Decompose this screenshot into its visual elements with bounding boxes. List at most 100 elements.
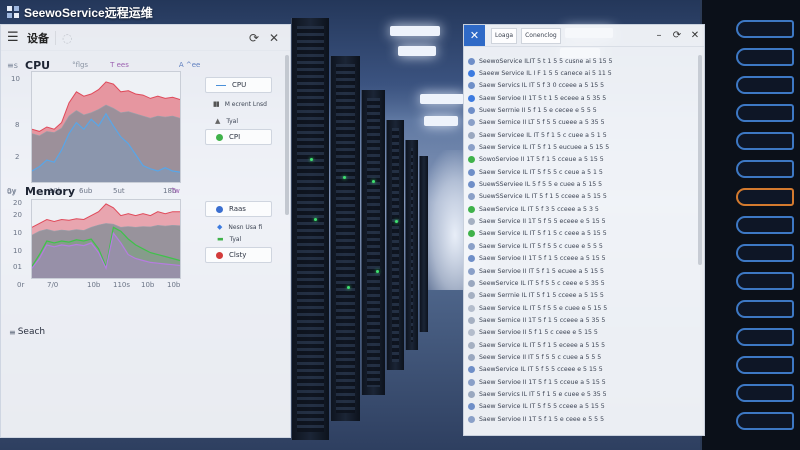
- cpu-y-tick: 2: [15, 153, 20, 161]
- log-text: Saew Service IL IT 5 f 5 5 c ceue a 5 1 …: [479, 168, 603, 176]
- status-dot-icon: [468, 230, 475, 238]
- server-rack: [405, 140, 418, 350]
- log-text: SowoServioe II 1T 5 f 1 5 cceue a 5 15 5: [479, 156, 604, 164]
- log-item[interactable]: SeewoService ILIT 5 t 1 5 5 cusne ai 5 1…: [468, 55, 696, 67]
- tab-connection-log[interactable]: Conenclog: [521, 27, 561, 44]
- log-item[interactable]: Saew Servioe II IT 5 f 1 5 ecuee a 5 15 …: [468, 265, 696, 277]
- status-dot-icon: [468, 205, 475, 213]
- log-item[interactable]: SuewSService IL IT 5 f 1 5 cceee a 5 15 …: [468, 191, 696, 203]
- log-item[interactable]: Saew Servioe II 1T 5 f 1 5 cceee a 5 15 …: [468, 253, 696, 265]
- log-item[interactable]: Saew Sernice II 1T 5 f 1 5 cceee a 5 35 …: [468, 314, 696, 326]
- log-item[interactable]: Saew Service IL IT 5 f 1 5 eceee a 5 15 …: [468, 339, 696, 351]
- log-item[interactable]: SeewService IL IT 5 f 5 5 c ceee e 5 35 …: [468, 277, 696, 289]
- log-item[interactable]: Saew Service IL IT 5 f 1 5 c ceee a 5 15…: [468, 228, 696, 240]
- log-text: SeewoService ILIT 5 t 1 5 5 cusne ai 5 1…: [479, 57, 613, 65]
- legend-button-raas[interactable]: Raas: [205, 201, 272, 217]
- status-dot-icon: [468, 70, 475, 78]
- status-dot-icon: [468, 403, 475, 411]
- ceiling-light: [420, 94, 464, 104]
- log-item[interactable]: Saew Servicee IL IT 5 f 1 5 c cuee a 5 1…: [468, 129, 696, 141]
- legend-label: Nesn Usa fi: [228, 223, 263, 231]
- memory-y-tick: 10: [13, 247, 22, 255]
- green-dot-icon: [216, 133, 223, 141]
- log-item[interactable]: SaewService IL IT 5 f 3 5 cceee a 5 3 5: [468, 203, 696, 215]
- app-title: SeewoService远程运维: [24, 5, 153, 20]
- log-text: Saew Servioe II 5 f 1 5 c ceee e 5 15 5: [479, 329, 598, 337]
- close-icon[interactable]: ✕: [264, 31, 284, 45]
- memory-heading: Memory: [25, 184, 76, 198]
- log-item[interactable]: Saew Servioe II 5 f 1 5 c ceee e 5 15 5: [468, 327, 696, 339]
- log-list: SeewoService ILIT 5 t 1 5 5 cusne ai 5 1…: [468, 55, 696, 433]
- log-text: Saew Servioe II 1T 5 f 1 5 cceee a 5 15 …: [479, 255, 606, 263]
- cpu-y-tick: 10: [11, 75, 20, 83]
- legend-row[interactable]: ▬ Tyal: [217, 235, 241, 243]
- cpu-y-tick: 8: [15, 121, 20, 129]
- legend-row[interactable]: ▲ Tyal: [215, 117, 238, 125]
- log-item[interactable]: Saew Service IL IT 5 f 1 5 eucuee a 5 15…: [468, 141, 696, 153]
- cpu-chart-svg: [32, 81, 180, 182]
- cpu-meta: A ^ee: [178, 61, 201, 69]
- close-icon[interactable]: ✕: [686, 30, 704, 41]
- cpu-section-icon: ≡s: [7, 60, 18, 70]
- server-rack: [386, 120, 404, 370]
- legend-button-cpu[interactable]: CPU: [205, 77, 272, 93]
- minimize-icon[interactable]: –: [650, 30, 668, 41]
- legend-row[interactable]: ◆ Nesn Usa fi: [217, 223, 262, 231]
- log-item[interactable]: Suew Serrnie II 5 f 1 5 e cecee e 5 5 5: [468, 104, 696, 116]
- status-dot-icon: [468, 131, 475, 139]
- log-item[interactable]: Saew Servioe II 1T 5 f 1 5 e ceee e 5 5 …: [468, 413, 696, 425]
- tab-logs[interactable]: Loaga: [491, 27, 518, 44]
- status-dot-icon: [468, 181, 475, 189]
- status-dot-icon: [468, 144, 475, 152]
- log-text: Saeew Service IL I F 1 5 5 canece ai 5 1…: [479, 70, 612, 78]
- refresh-icon[interactable]: ⟳: [244, 31, 264, 45]
- scrollbar[interactable]: [698, 55, 702, 265]
- log-item[interactable]: Saew Service II 1T 5 f 5 5 eceee e 5 15 …: [468, 215, 696, 227]
- log-item[interactable]: Saew Servics IL IT 5 f 1 5 e cuee e 5 35…: [468, 388, 696, 400]
- log-text: Saew Service IL IT 5 f 5 5 e cuee e 5 15…: [479, 304, 608, 312]
- memory-y-tick: 20: [13, 211, 22, 219]
- legend-button-cpi[interactable]: CPI: [205, 129, 272, 145]
- memory-y-tick: 01: [13, 263, 22, 271]
- device-panel-header: ☰ 设备 ◌ ⟳ ✕: [1, 25, 290, 51]
- circle-icon[interactable]: ◌: [62, 31, 72, 45]
- log-item[interactable]: Saew Servioe II 1T 5 t 1 5 eceee a 5 35 …: [468, 92, 696, 104]
- status-dot-icon: [468, 415, 475, 423]
- app-title-bar: SeewoService远程运维: [6, 2, 153, 22]
- log-item[interactable]: SuewSServiee IL 5 f 5 5 e cuee a 5 15 5: [468, 178, 696, 190]
- log-item[interactable]: Saew Service IL IT 5 f 5 5 e cuee e 5 15…: [468, 302, 696, 314]
- memory-meta: Tw: [171, 187, 180, 195]
- legend-button-clsty[interactable]: Clsty: [205, 247, 272, 263]
- log-item[interactable]: Saew Serrnie IL IT 5 f 1 5 cceee a 5 15 …: [468, 290, 696, 302]
- log-item[interactable]: Seew Service II IT 5 f 5 5 c cuee a 5 5 …: [468, 351, 696, 363]
- log-item[interactable]: Saeew Service IL I F 1 5 5 canece ai 5 1…: [468, 67, 696, 79]
- search-row[interactable]: ≡ Seach: [9, 327, 45, 337]
- close-icon[interactable]: ✕: [464, 25, 485, 46]
- scrollbar[interactable]: [285, 55, 289, 215]
- status-dot-icon: [468, 329, 475, 337]
- log-text: Saew Service IL IT 5 f 1 5 eucuee a 5 15…: [479, 144, 610, 152]
- status-dot-icon: [468, 107, 475, 115]
- log-text: Saew Serrnie IL IT 5 f 1 5 cceee a 5 15 …: [479, 292, 604, 300]
- cpu-heading: CPU: [25, 58, 51, 72]
- log-item[interactable]: Saew Service IL IT 5 f 5 5 c ceue a 5 1 …: [468, 166, 696, 178]
- restore-icon[interactable]: ⟳: [668, 30, 686, 41]
- log-item[interactable]: Saew Service IL IT 5 f 5 5 c cuee e 5 5 …: [468, 240, 696, 252]
- log-item[interactable]: Saew Sernice II LT 5 f 5 5 cueee a 5 35 …: [468, 117, 696, 129]
- log-item[interactable]: SowoServioe II 1T 5 f 1 5 cceue a 5 15 5: [468, 154, 696, 166]
- log-text: Saew Servicee IL IT 5 f 1 5 c cuee a 5 1…: [479, 131, 607, 139]
- log-text: Saew Servics IL IT 5 f 3 0 cceee a 5 15 …: [479, 82, 605, 90]
- memory-x-tick: 10b: [167, 281, 181, 289]
- server-rack: [361, 90, 385, 395]
- legend-row[interactable]: ▮▮ M ecrent Lnsd: [213, 100, 267, 108]
- log-item[interactable]: SaewService IL IT 5 f 5 5 cceee e 5 15 5: [468, 364, 696, 376]
- log-item[interactable]: Saew Servioe II 1T 5 f 1 5 cceue a 5 15 …: [468, 376, 696, 388]
- marker-icon: ◆: [217, 223, 223, 231]
- cpu-meta: T ees: [110, 61, 129, 69]
- search-icon: ≡: [9, 327, 16, 337]
- status-dot-icon: [468, 94, 475, 102]
- log-text: Saew Sernice II 1T 5 f 1 5 cceee a 5 35 …: [479, 316, 606, 324]
- log-item[interactable]: Saew Service IL IT 5 f 5 5 cceee a 5 15 …: [468, 401, 696, 413]
- log-item[interactable]: Saew Servics IL IT 5 f 3 0 cceee a 5 15 …: [468, 80, 696, 92]
- menu-icon[interactable]: ☰: [7, 30, 21, 45]
